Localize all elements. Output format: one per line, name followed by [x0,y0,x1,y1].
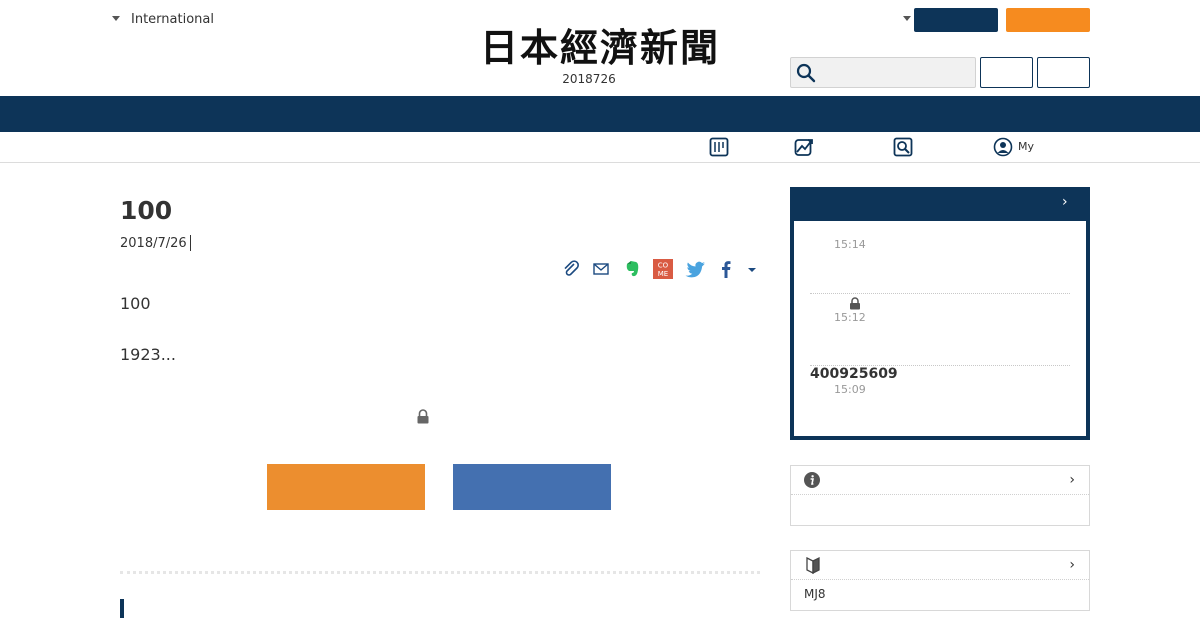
beginner-box: › MJ8 [790,550,1090,611]
main-nav-bar [0,96,1200,132]
subscribe-cta-button[interactable] [267,464,425,510]
search-input[interactable] [790,57,976,88]
article-divider [120,571,760,574]
mail-icon[interactable] [590,258,612,280]
ranking-list [794,221,1086,436]
ranking-divider [810,293,1070,294]
svg-text:CO: CO [658,262,669,270]
user-icon[interactable] [993,137,1013,157]
come-icon[interactable]: CO ME [652,258,674,280]
evernote-icon[interactable] [621,258,643,280]
twitter-icon[interactable] [685,258,707,280]
chevron-right-icon[interactable]: › [1069,557,1075,573]
paper-edition-icon[interactable] [709,137,729,157]
search-icon[interactable] [796,63,816,83]
account-caret-icon[interactable] [903,16,911,21]
clip-icon[interactable] [560,258,582,280]
article-title: 100 [120,196,173,225]
info-box: › [790,465,1090,526]
article-date: 2018/7/26 [120,236,187,251]
subscribe-button[interactable] [914,8,998,32]
chevron-right-icon[interactable]: › [1069,472,1075,488]
ranking-time: 15:14 [834,238,866,251]
chart-icon[interactable] [794,137,814,157]
my-page-link[interactable]: My [1018,140,1034,153]
lock-icon [850,297,860,310]
svg-text:ME: ME [658,270,668,278]
info-icon [804,472,820,488]
login-button[interactable] [980,57,1033,88]
search-icon[interactable] [893,137,913,157]
ranking-time: 15:12 [834,311,866,324]
beginner-item[interactable]: MJ8 [804,587,826,601]
beginner-mark-icon [806,556,820,574]
register-button[interactable] [1037,57,1090,88]
more-caret-icon[interactable] [741,258,763,280]
ranking-time: 15:09 [834,383,866,396]
article-lead: 100 [120,294,151,313]
beginner-box-header[interactable]: › [791,551,1089,580]
ranking-item-title[interactable]: 400925609 [810,366,898,382]
section-marker [120,599,124,618]
logo-text: 日本經濟新聞 [480,26,720,68]
article-body: 1923... [120,345,176,364]
facebook-icon[interactable] [715,258,737,280]
edition-caret-icon[interactable] [112,16,120,21]
edition-selector[interactable]: International [131,12,214,27]
issue-date: 2018726 [562,72,616,86]
date-separator [190,235,191,251]
chevron-right-icon[interactable]: › [1062,194,1068,210]
info-box-header[interactable]: › [791,466,1089,495]
trial-button[interactable] [1006,8,1090,32]
nikkei-logo[interactable]: 日本經濟新聞 [452,26,748,68]
login-cta-button[interactable] [453,464,611,510]
lock-icon [417,409,429,424]
